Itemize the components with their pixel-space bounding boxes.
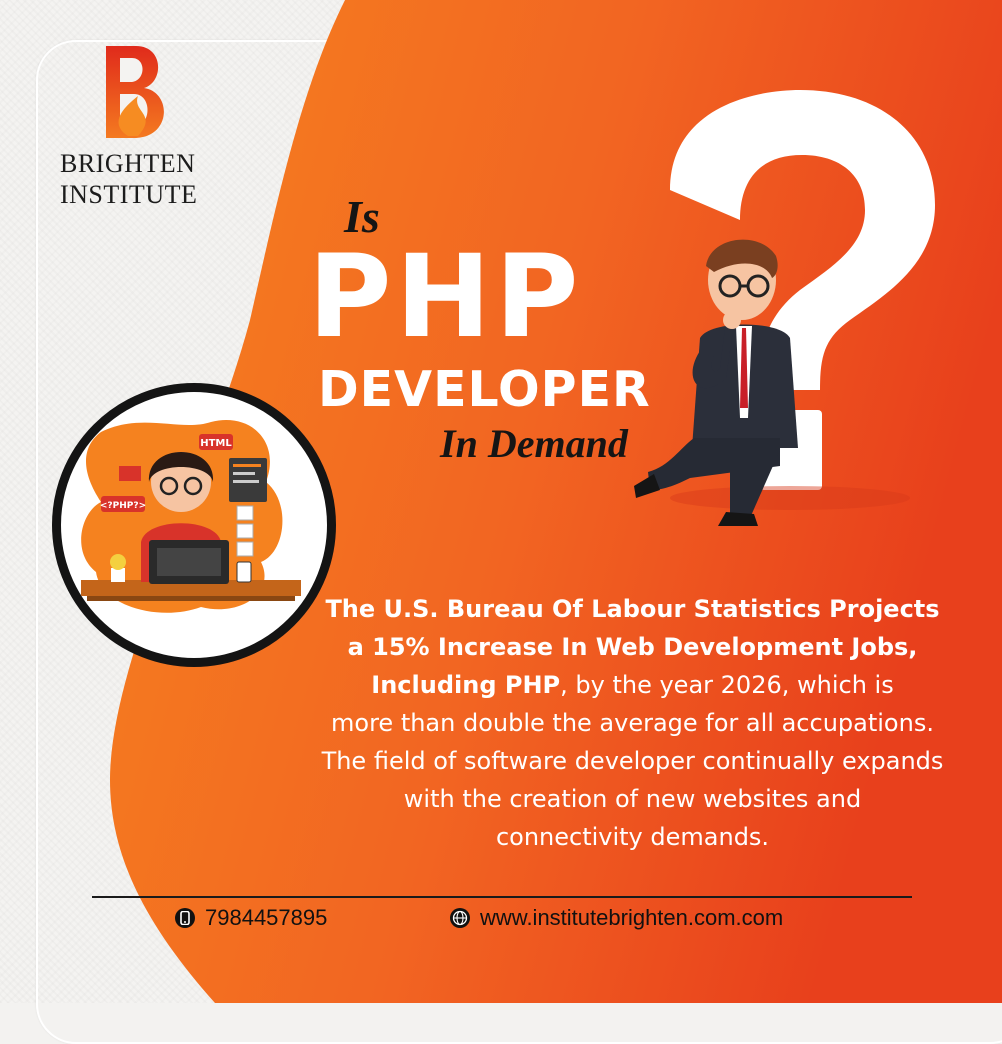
headline-php: PHP — [308, 230, 583, 363]
body-line-3: Including PHP, by the year 2026, which i… — [275, 666, 990, 704]
body-paragraph: The U.S. Bureau Of Labour Statistics Pro… — [275, 590, 990, 856]
body-line-5: The field of software developer continua… — [321, 747, 944, 775]
brand-logo: BRIGHTEN INSTITUTE — [60, 42, 228, 210]
html-tag: HTML — [200, 438, 232, 449]
php-tag: <?PHP?> — [100, 501, 146, 511]
phone-icon — [175, 908, 195, 928]
headline-developer: DEVELOPER — [318, 361, 651, 418]
brand-name-line1: BRIGHTEN — [60, 149, 196, 178]
body-line-4: more than double the average for all acc… — [331, 709, 934, 737]
phone-number[interactable]: 7984457895 — [205, 905, 327, 931]
body-line-3-rest: , by the year 2026, which is — [560, 671, 894, 699]
body-line-3-bold: Including PHP — [371, 671, 561, 699]
body-line-2: a 15% Increase In Web Development Jobs, — [347, 633, 918, 661]
body-line-7: connectivity demands. — [495, 823, 770, 851]
body-line-1: The U.S. Bureau Of Labour Statistics Pro… — [325, 595, 940, 623]
website-url[interactable]: www.institutebrighten.com.com — [480, 905, 783, 931]
body-line-6: with the creation of new websites and — [403, 785, 862, 813]
contact-website[interactable]: www.institutebrighten.com.com — [450, 905, 783, 931]
brighten-b-flame-logo — [106, 46, 164, 138]
contact-phone[interactable]: 7984457895 — [175, 905, 327, 931]
headline-in-demand: In Demand — [440, 421, 628, 466]
thinking-businessman-illustration — [634, 239, 798, 526]
footer-divider — [92, 896, 912, 898]
globe-icon — [450, 908, 470, 928]
brand-name-line2: INSTITUTE — [60, 180, 198, 209]
